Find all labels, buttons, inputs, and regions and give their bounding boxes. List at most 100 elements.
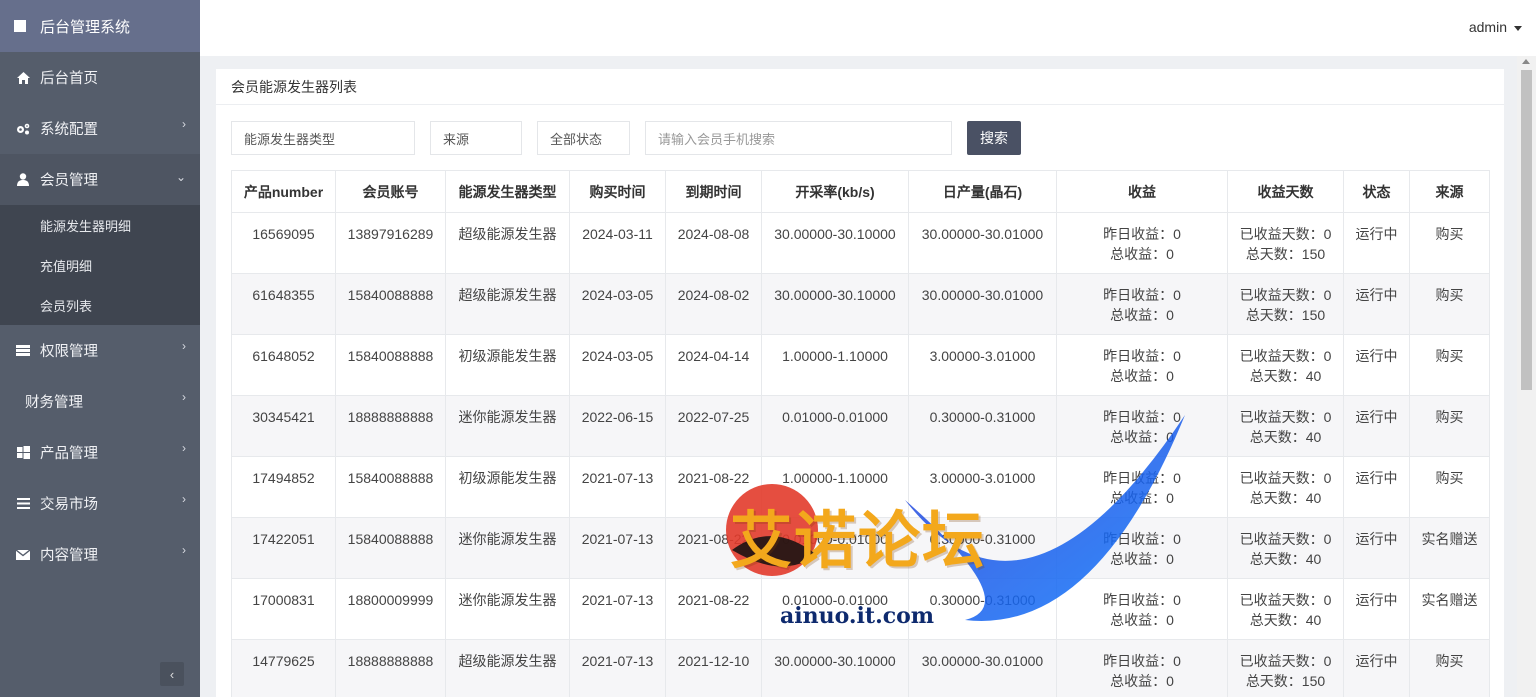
cell-number-text: 14779625	[252, 653, 315, 669]
cell-status-text: 运行中	[1355, 348, 1398, 364]
cell-type-text: 迷你能源发生器	[458, 531, 557, 547]
cell-income-text: 总收益：0	[1110, 673, 1174, 689]
cell-type: 迷你能源发生器	[445, 578, 570, 640]
cell-daily: 30.00000-30.01000	[908, 212, 1057, 274]
cell-number: 30345421	[231, 395, 336, 457]
sidebar-item-content[interactable]: 内容管理 ›	[0, 529, 200, 580]
cell-rate: 0.01000-0.01000	[761, 395, 909, 457]
cell-status-text: 运行中	[1355, 470, 1398, 486]
scrollbar[interactable]	[1517, 56, 1536, 697]
column-header: 收益	[1056, 170, 1228, 213]
collapse-sidebar-button[interactable]: ‹	[160, 662, 184, 686]
chevron-down-icon: ⌄	[175, 170, 186, 184]
cell-buy-time: 2021-07-13	[569, 578, 666, 640]
sidebar-item-label: 内容管理	[40, 548, 98, 564]
cell-expire-time-text: 2021-08-22	[677, 592, 750, 608]
cell-status-text: 运行中	[1355, 226, 1398, 242]
sidebar-item-home[interactable]: 后台首页	[0, 52, 200, 103]
cell-expire-time: 2021-12-10	[665, 639, 762, 697]
cell-income-days-text: 已收益天数：0	[1239, 531, 1332, 547]
scrollbar-thumb[interactable]	[1521, 70, 1532, 390]
search-button[interactable]: 搜索	[967, 121, 1021, 155]
cell-income-text: 昨日收益：0	[1103, 287, 1181, 303]
cell-buy-time-text: 2024-03-05	[581, 348, 654, 364]
sidebar-submenu: 能源发生器明细 充值明细 会员列表	[0, 205, 200, 325]
cell-source-text: 实名赠送	[1421, 531, 1478, 547]
cell-expire-time: 2024-08-02	[665, 273, 762, 335]
column-header: 收益天数	[1227, 170, 1344, 213]
column-header: 状态	[1343, 170, 1410, 213]
cell-income-days: 已收益天数：0 总天数：150	[1227, 273, 1344, 335]
sidebar-item-members[interactable]: 会员管理 ⌄	[0, 154, 200, 205]
cell-status: 运行中	[1343, 334, 1410, 396]
cell-daily: 30.00000-30.01000	[908, 273, 1057, 335]
sidebar-item-permissions[interactable]: 权限管理 ›	[0, 325, 200, 376]
brand-title: 后台管理系统	[40, 18, 131, 36]
sidebar-item-products[interactable]: 产品管理 ›	[0, 427, 200, 478]
generator-type-select[interactable]: 能源发生器类型	[231, 121, 415, 155]
column-header: 日产量(晶石)	[908, 170, 1057, 213]
cell-daily-text: 30.00000-30.01000	[921, 287, 1044, 303]
cell-expire-time-text: 2024-04-14	[677, 348, 750, 364]
cell-account: 18888888888	[335, 639, 446, 697]
cell-account-text: 15840088888	[347, 470, 434, 486]
cell-status: 运行中	[1343, 517, 1410, 579]
cell-account-text: 15840088888	[347, 287, 434, 303]
cell-type-text: 超级能源发生器	[458, 653, 557, 669]
cell-income: 昨日收益：0 总收益：0	[1056, 334, 1228, 396]
cell-number: 61648052	[231, 334, 336, 396]
cell-type-text: 超级能源发生器	[458, 287, 557, 303]
cell-buy-time: 2021-07-13	[569, 456, 666, 518]
cell-rate-text: 30.00000-30.10000	[774, 287, 896, 303]
cell-income-days-text: 总天数：40	[1249, 490, 1322, 506]
column-header: 能源发生器类型	[445, 170, 570, 213]
cell-source-text: 购买	[1435, 287, 1464, 303]
square-icon	[14, 20, 26, 32]
cell-type-text: 迷你能源发生器	[458, 409, 557, 425]
cell-income-days-text: 总天数：40	[1249, 551, 1322, 567]
source-select[interactable]: 来源	[430, 121, 522, 155]
watermark-title: 艾诺论坛	[730, 504, 987, 577]
cell-rate: 1.00000-1.10000	[761, 334, 909, 396]
status-select[interactable]: 全部状态	[537, 121, 630, 155]
cell-buy-time: 2021-07-13	[569, 639, 666, 697]
sidebar-subitem-member-list[interactable]: 会员列表	[0, 285, 200, 325]
cell-expire-time: 2024-08-08	[665, 212, 762, 274]
sidebar-item-market[interactable]: 交易市场 ›	[0, 478, 200, 529]
table-row: 61648355 15840088888 超级能源发生器 2024-03-05 2024…	[231, 273, 1490, 335]
cell-source: 购买	[1409, 273, 1490, 335]
cell-income: 昨日收益：0 总收益：0	[1056, 212, 1228, 274]
chevron-right-icon: ›	[182, 492, 186, 506]
cell-daily-text: 3.00000-3.01000	[929, 348, 1036, 364]
cell-income-days-text: 总天数：40	[1249, 429, 1322, 445]
brand[interactable]: 后台管理系统	[0, 0, 200, 52]
sidebar-item-system-config[interactable]: 系统配置 ›	[0, 103, 200, 154]
cell-number: 17494852	[231, 456, 336, 518]
cell-status: 运行中	[1343, 639, 1410, 697]
cell-type: 初级源能发生器	[445, 334, 570, 396]
cell-status: 运行中	[1343, 456, 1410, 518]
cell-income-days-text: 总天数：150	[1245, 246, 1326, 262]
sidebar-item-label: 交易市场	[40, 497, 98, 513]
sidebar-subitem-generator-detail[interactable]: 能源发生器明细	[0, 205, 200, 245]
watermark-url: ainuo.it.com	[780, 603, 935, 629]
cell-income-days-text: 已收益天数：0	[1239, 409, 1332, 425]
phone-search-input[interactable]: 请输入会员手机搜索	[645, 121, 952, 155]
sidebar-subitem-recharge-detail[interactable]: 充值明细	[0, 245, 200, 285]
envelope-icon	[16, 548, 30, 562]
cell-buy-time-text: 2024-03-11	[582, 226, 653, 242]
cell-type: 超级能源发生器	[445, 212, 570, 274]
sidebar-item-finance[interactable]: 财务管理 ›	[0, 376, 200, 427]
column-header: 购买时间	[569, 170, 666, 213]
cell-daily: 3.00000-3.01000	[908, 334, 1057, 396]
scroll-up-icon[interactable]	[1522, 59, 1530, 64]
cell-rate: 30.00000-30.10000	[761, 212, 909, 274]
list-icon	[16, 344, 30, 358]
cell-type: 超级能源发生器	[445, 273, 570, 335]
sidebar-item-label: 后台首页	[40, 71, 98, 87]
user-menu[interactable]: admin	[1469, 19, 1522, 35]
cell-status: 运行中	[1343, 395, 1410, 457]
caret-down-icon	[1514, 25, 1522, 31]
cell-number: 14779625	[231, 639, 336, 697]
column-header: 来源	[1409, 170, 1490, 213]
